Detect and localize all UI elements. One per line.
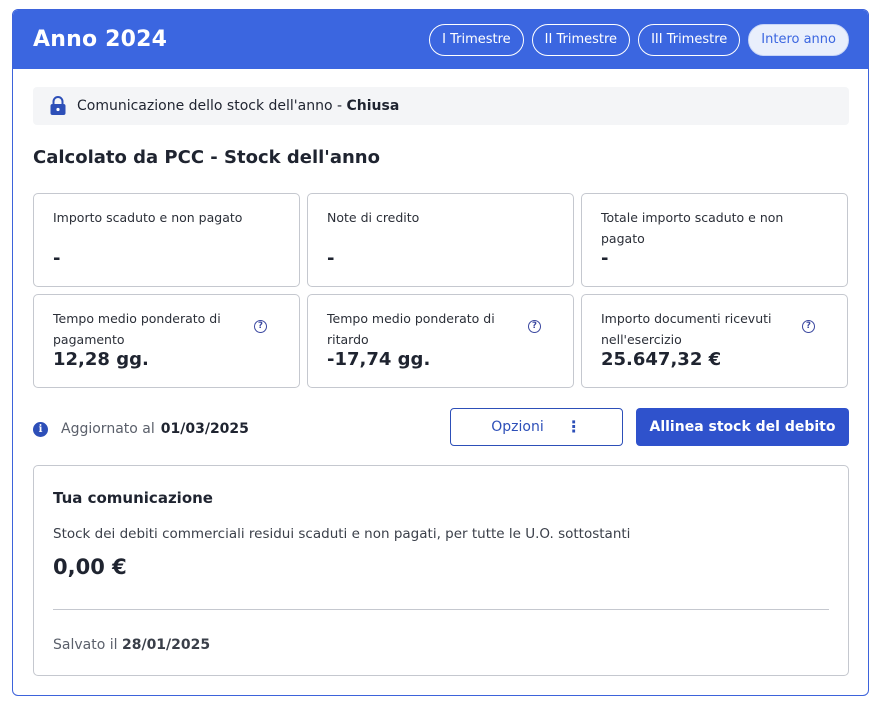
- stat-value: 25.647,32 €: [601, 349, 722, 370]
- status-separator: -: [332, 98, 347, 114]
- communication-title: Tua comunicazione: [53, 489, 213, 507]
- stat-label: Importo documenti ricevuti nell'esercizi…: [601, 311, 772, 347]
- stock-card: Anno 2024 I Trimestre II Trimestre III T…: [12, 9, 869, 696]
- status-text: Comunicazione dello stock dell'anno: [77, 98, 333, 114]
- options-label: Opzioni: [491, 419, 544, 435]
- updated-date: 01/03/2025: [160, 421, 249, 437]
- updated-label: Aggiornato al: [61, 421, 155, 437]
- stat-value: -: [601, 248, 609, 269]
- lock-icon: [50, 96, 66, 115]
- help-icon[interactable]: ?: [254, 320, 267, 333]
- saved-label: Salvato il: [53, 637, 118, 653]
- tab-q1[interactable]: I Trimestre: [429, 23, 524, 56]
- status-state: Chiusa: [346, 98, 400, 114]
- stat-label: Note di credito: [327, 210, 420, 225]
- status-banner: Comunicazione dello stock dell'anno - Ch…: [33, 87, 849, 125]
- stat-card-overdue: Importo scaduto e non pagato -: [33, 193, 300, 287]
- card-header: Anno 2024 I Trimestre II Trimestre III T…: [13, 10, 868, 69]
- stat-value: -: [327, 248, 335, 269]
- align-stock-button[interactable]: Allinea stock del debito: [636, 408, 849, 446]
- info-icon: i: [33, 421, 48, 437]
- stat-card-payment-time: Tempo medio ponderato di pagamento ? 12,…: [33, 294, 300, 388]
- communication-value: 0,00 €: [53, 555, 127, 579]
- stat-value: -17,74 gg.: [327, 349, 431, 370]
- section-title: Calcolato da PCC - Stock dell'anno: [33, 147, 380, 168]
- tab-q3[interactable]: III Trimestre: [638, 23, 741, 56]
- help-icon[interactable]: ?: [528, 320, 541, 333]
- page-title: Anno 2024: [33, 27, 168, 52]
- stat-card-credit-notes: Note di credito -: [307, 193, 574, 287]
- last-updated: i Aggiornato al 01/03/2025: [33, 418, 249, 440]
- stat-card-delay-time: Tempo medio ponderato di ritardo ? -17,7…: [307, 294, 574, 388]
- divider: [53, 609, 829, 610]
- tab-full-year[interactable]: Intero anno: [748, 23, 849, 56]
- stat-value: 12,28 gg.: [53, 349, 149, 370]
- stat-label: Importo scaduto e non pagato: [53, 210, 243, 225]
- communication-panel: Tua comunicazione Stock dei debiti comme…: [33, 465, 849, 676]
- help-icon[interactable]: ?: [802, 320, 815, 333]
- period-tabs: I Trimestre II Trimestre III Trimestre I…: [429, 23, 849, 56]
- saved-date: 28/01/2025: [121, 637, 211, 653]
- options-button[interactable]: Opzioni ⋮: [450, 408, 623, 446]
- stat-label: Tempo medio ponderato di ritardo: [327, 311, 495, 347]
- tab-q2[interactable]: II Trimestre: [531, 23, 631, 56]
- saved-info: Salvato il 28/01/2025: [53, 637, 210, 653]
- stat-label: Totale importo scaduto e non pagato: [601, 210, 784, 246]
- communication-description: Stock dei debiti commerciali residui sca…: [53, 526, 631, 542]
- stat-value: -: [53, 248, 61, 269]
- stat-label: Tempo medio ponderato di pagamento: [53, 311, 221, 347]
- kebab-menu-icon: ⋮: [565, 417, 582, 436]
- stat-card-total-overdue: Totale importo scaduto e non pagato -: [581, 193, 848, 287]
- stat-card-received-docs: Importo documenti ricevuti nell'esercizi…: [581, 294, 848, 388]
